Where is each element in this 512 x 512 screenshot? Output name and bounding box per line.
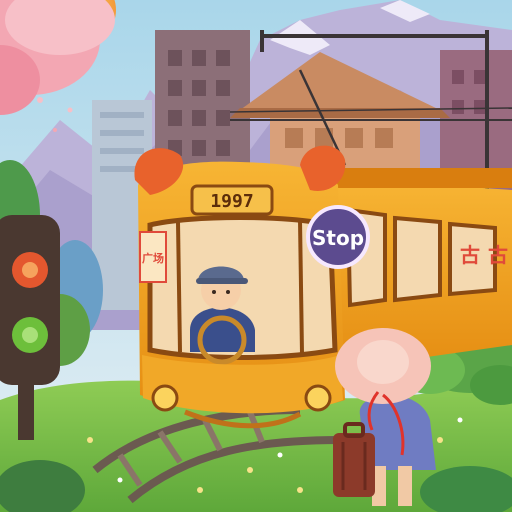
stop-sign-text: Stop (312, 226, 364, 250)
tram-headlight-left (151, 384, 179, 412)
illustration-scene: 古 古 1997 广场 Stop (0, 0, 512, 512)
tram-number: 1997 (210, 191, 253, 212)
scene-canvas: 古 古 1997 广场 Stop (0, 0, 512, 512)
tram-headlight-right (304, 384, 332, 412)
tram-side-sign-text: 广场 (142, 251, 164, 265)
suitcase (333, 422, 375, 497)
stop-sign: Stop (306, 205, 370, 269)
tram-window-char-1: 古 (460, 243, 480, 267)
tram-window-char-2: 古 (488, 243, 508, 267)
